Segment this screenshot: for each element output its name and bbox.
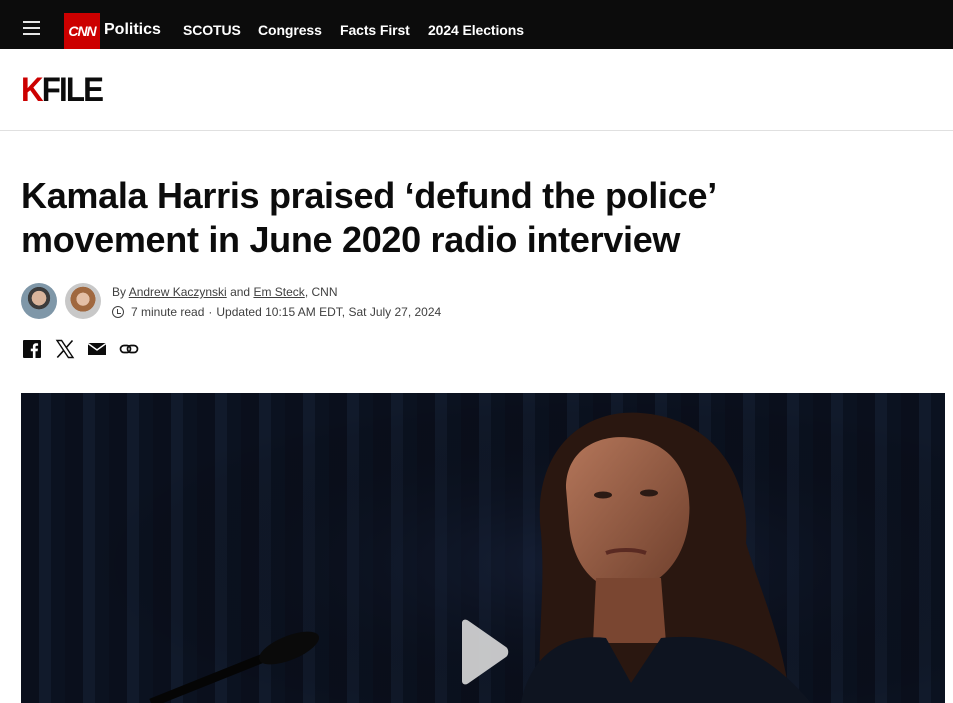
cnn-logo[interactable]: CNN (64, 13, 100, 49)
nav-link-2024-elections[interactable]: 2024 Elections (428, 22, 524, 38)
author-avatar-em-steck[interactable] (65, 283, 101, 319)
meta-separator: · (208, 305, 213, 319)
nav-link-facts-first[interactable]: Facts First (340, 22, 410, 38)
kfile-logo-k: K (21, 71, 44, 109)
article-headline: Kamala Harris praised ‘defund the police… (21, 175, 715, 260)
nav-link-congress[interactable]: Congress (258, 22, 322, 38)
kfile-logo-rest: FILE (41, 71, 104, 109)
byline-outlet: , CNN (304, 285, 338, 299)
clock-icon (112, 306, 124, 318)
email-icon[interactable] (87, 339, 107, 359)
menu-icon[interactable] (23, 21, 40, 35)
x-icon[interactable] (55, 339, 75, 359)
byline: By Andrew Kaczynski and Em Steck, CNN (112, 285, 337, 299)
top-nav: CNN Politics SCOTUS Congress Facts First… (0, 0, 953, 49)
read-time: 7 minute read (131, 305, 205, 319)
author-link-em-steck[interactable]: Em Steck (253, 285, 304, 299)
author-avatar-andrew-kaczynski[interactable] (21, 283, 57, 319)
byline-and: and (230, 285, 251, 299)
facebook-icon[interactable] (22, 339, 42, 359)
updated-timestamp: Updated 10:15 AM EDT, Sat July 27, 2024 (216, 305, 442, 319)
kfile-logo[interactable]: KFILE (21, 71, 104, 109)
section-label[interactable]: Politics (104, 21, 161, 39)
kfile-banner: KFILE (0, 49, 953, 131)
article-meta: 7 minute read · Updated 10:15 AM EDT, Sa… (112, 305, 441, 319)
nav-link-scotus[interactable]: SCOTUS (183, 22, 241, 38)
play-icon[interactable] (458, 619, 510, 685)
byline-by: By (112, 285, 127, 299)
link-icon[interactable] (119, 339, 139, 359)
author-link-andrew-kaczynski[interactable]: Andrew Kaczynski (129, 285, 227, 299)
